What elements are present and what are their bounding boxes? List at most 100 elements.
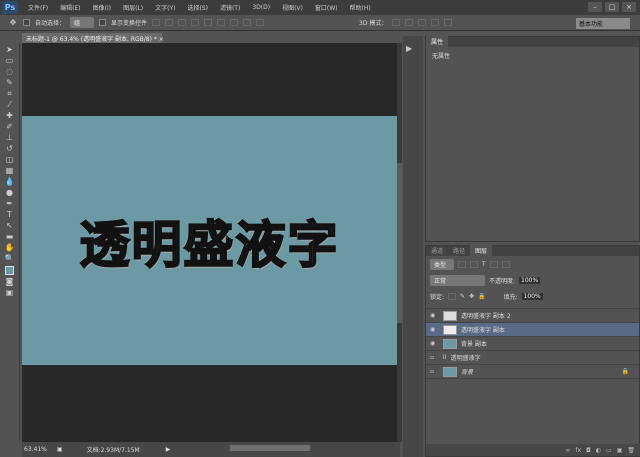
move-tool-icon[interactable]: ✥	[8, 18, 18, 27]
move-tool-icon[interactable]: ➤	[5, 46, 15, 54]
status-menu-arrow[interactable]: ▶	[166, 446, 171, 453]
play-icon[interactable]: ▶	[406, 44, 412, 53]
crop-tool-icon[interactable]: ⌗	[5, 90, 15, 98]
healing-tool-icon[interactable]: ✚	[5, 112, 15, 120]
menu-image[interactable]: 图像(I)	[87, 3, 117, 12]
menu-window[interactable]: 窗口(W)	[309, 3, 344, 12]
zoom-tool-icon[interactable]: 🔍	[5, 255, 15, 263]
layer-row-selected[interactable]: ◉ 透明盛液字 副本	[426, 323, 639, 337]
lock-transparent-icon[interactable]	[448, 292, 457, 300]
menu-type[interactable]: 文字(Y)	[149, 3, 181, 12]
layer-filter-dropdown[interactable]: 类型	[430, 258, 454, 270]
trash-icon[interactable]: 🗑	[627, 447, 635, 454]
align-left-icon[interactable]	[191, 19, 200, 26]
filter-type-icon[interactable]: T	[482, 261, 486, 268]
adjustment-icon[interactable]: ◐	[596, 447, 601, 454]
tab-paths[interactable]: 路径	[448, 245, 470, 256]
menu-select[interactable]: 选择(S)	[181, 3, 214, 12]
scroll-thumb[interactable]	[397, 163, 402, 323]
show-transform-checkbox[interactable]	[99, 19, 107, 26]
eraser-tool-icon[interactable]: ◫	[5, 156, 15, 164]
hand-tool-icon[interactable]: ✋	[5, 244, 15, 252]
tab-channels[interactable]: 通道	[426, 245, 448, 256]
horizontal-scrollbar[interactable]	[230, 445, 310, 451]
menu-help[interactable]: 帮助(H)	[344, 3, 377, 12]
dodge-tool-icon[interactable]: ●	[5, 189, 15, 197]
align-right-icon[interactable]	[217, 19, 226, 26]
lock-all-icon[interactable]: 🔒	[478, 293, 485, 300]
brush-tool-icon[interactable]: ✐	[5, 123, 15, 131]
eye-icon[interactable]: ◉	[430, 312, 439, 319]
layer-thumbnail	[443, 338, 457, 349]
align-middle-icon[interactable]	[165, 19, 174, 26]
menu-edit[interactable]: 编辑(E)	[54, 3, 86, 12]
layer-row[interactable]: ▫ ⌷ 透明盛液字	[426, 351, 639, 365]
lasso-tool-icon[interactable]: ◌	[5, 68, 15, 76]
menu-view[interactable]: 视图(V)	[276, 3, 309, 12]
filter-pixel-icon[interactable]	[458, 260, 466, 268]
maximize-button[interactable]: □	[605, 2, 619, 12]
new-layer-icon[interactable]: ▣	[617, 447, 623, 454]
quick-select-tool-icon[interactable]: ✎	[5, 79, 15, 87]
blur-tool-icon[interactable]: 💧	[5, 178, 15, 186]
marquee-tool-icon[interactable]: ▭	[5, 57, 15, 65]
visibility-toggle[interactable]: ▫	[430, 354, 439, 361]
close-tab-icon[interactable]: ×	[159, 36, 164, 43]
foreground-color-swatch[interactable]	[5, 266, 14, 275]
minimize-button[interactable]: –	[588, 2, 602, 12]
align-center-icon[interactable]	[204, 19, 213, 26]
close-button[interactable]: ×	[622, 2, 636, 12]
lock-pixels-icon[interactable]: ✎	[460, 293, 465, 300]
vertical-scrollbar[interactable]	[397, 43, 402, 442]
mask-icon[interactable]: ◘	[586, 447, 591, 454]
3d-pan-icon[interactable]	[418, 19, 427, 26]
filter-shape-icon[interactable]	[489, 260, 498, 268]
tab-layers[interactable]: 图层	[470, 245, 493, 256]
canvas[interactable]: 透明盛液字	[22, 116, 397, 365]
auto-select-dropdown[interactable]: 组	[70, 17, 95, 28]
auto-select-checkbox[interactable]	[23, 19, 30, 26]
opacity-input[interactable]: 100%	[519, 276, 541, 284]
pen-tool-icon[interactable]: ✒	[5, 200, 15, 208]
stamp-tool-icon[interactable]: ⊥	[5, 134, 15, 142]
shape-tool-icon[interactable]: ▬	[5, 233, 15, 241]
3d-slide-icon[interactable]	[431, 19, 440, 26]
path-select-tool-icon[interactable]: ↖	[5, 222, 15, 230]
distribute-icon[interactable]	[256, 19, 265, 26]
menu-3d[interactable]: 3D(D)	[246, 4, 276, 11]
filter-smart-icon[interactable]	[501, 260, 510, 268]
menu-layer[interactable]: 图层(L)	[117, 3, 149, 12]
3d-rotate-icon[interactable]	[392, 19, 401, 26]
fx-icon[interactable]: fx	[575, 447, 581, 454]
type-tool-icon[interactable]: T	[5, 211, 15, 219]
eye-icon[interactable]: ◉	[430, 326, 439, 333]
3d-scale-icon[interactable]	[444, 19, 453, 26]
tab-properties[interactable]: 属性	[426, 36, 449, 47]
workspace-dropdown[interactable]: 基本功能	[576, 18, 630, 29]
align-top-icon[interactable]	[152, 19, 161, 26]
blend-mode-dropdown[interactable]: 正常	[430, 274, 485, 286]
distribute-icon[interactable]	[230, 19, 239, 26]
link-icon[interactable]: ∞	[565, 447, 570, 454]
fill-input[interactable]: 100%	[521, 292, 543, 300]
menu-file[interactable]: 文件(F)	[22, 3, 54, 12]
folder-icon[interactable]: ▭	[606, 447, 612, 454]
distribute-icon[interactable]	[243, 19, 252, 26]
quick-mask-icon[interactable]: ◙	[5, 278, 15, 286]
zoom-level[interactable]: 63.41%	[24, 446, 47, 453]
layer-row[interactable]: ◉ 透明盛液字 副本 2	[426, 309, 639, 323]
history-brush-icon[interactable]: ↺	[5, 145, 15, 153]
menu-filter[interactable]: 滤镜(T)	[214, 3, 246, 12]
eyedropper-tool-icon[interactable]: ⁄	[5, 101, 15, 109]
gradient-tool-icon[interactable]: ▦	[5, 167, 15, 175]
visibility-toggle[interactable]: ▫	[430, 368, 439, 375]
screen-mode-icon[interactable]: ▣	[5, 289, 15, 297]
layer-row[interactable]: ◉ 背景 副本	[426, 337, 639, 351]
align-bottom-icon[interactable]	[178, 19, 187, 26]
filter-adjustment-icon[interactable]	[470, 260, 478, 268]
layer-row[interactable]: ▫ 背景 🔒	[426, 365, 639, 379]
lock-position-icon[interactable]: ✥	[469, 293, 474, 300]
eye-icon[interactable]: ◉	[430, 340, 439, 347]
document-tab[interactable]: 未标题-1 @ 63.4% (透明盛液字 副本, RGB/8) * ×	[22, 33, 164, 43]
3d-roll-icon[interactable]	[405, 19, 414, 26]
